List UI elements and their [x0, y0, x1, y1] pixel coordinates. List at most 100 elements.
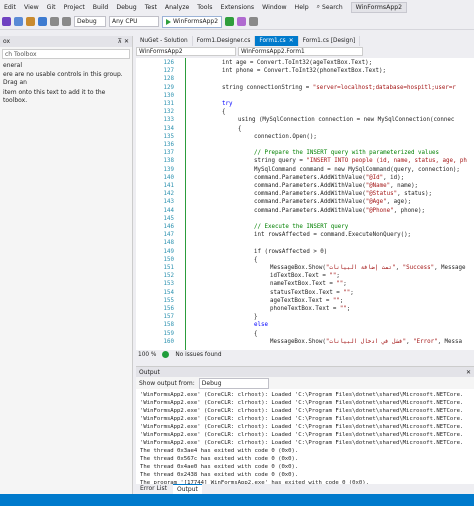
menu-item-project[interactable]: Project	[60, 4, 89, 11]
code-line[interactable]: 138 string query = "INSERT INTO people (i…	[136, 157, 474, 165]
line-number: 158	[163, 322, 174, 329]
code-text: {	[254, 330, 258, 337]
new-file-icon[interactable]	[26, 17, 35, 26]
code-line[interactable]: 133 using (MySqlConnection connection = n…	[136, 116, 474, 124]
menu-item-window[interactable]: Window	[258, 4, 290, 11]
code-line[interactable]: 155 ageTextBox.Text = "";	[136, 297, 474, 305]
tab-label: Form1.cs	[259, 38, 286, 44]
line-number: 152	[163, 273, 174, 280]
run-button[interactable]: WinFormsApp2	[162, 15, 223, 28]
code-text: connection.Open();	[254, 133, 317, 140]
hot-reload-icon[interactable]	[237, 17, 247, 26]
code-line[interactable]: 159 {	[136, 330, 474, 338]
show-output-from-label: Show output from:	[139, 379, 195, 387]
code-line[interactable]: 130	[136, 92, 474, 100]
platform-select[interactable]: Any CPU	[109, 16, 159, 27]
menu-item-view[interactable]: View	[20, 4, 43, 11]
back-icon[interactable]	[2, 17, 11, 26]
forward-icon[interactable]	[14, 17, 23, 26]
menu-item-tools[interactable]: Tools	[193, 4, 216, 11]
code-line[interactable]: 132 {	[136, 108, 474, 116]
menu-item-git[interactable]: Git	[43, 4, 60, 11]
tab-form1-design[interactable]: Form1.cs [Design]	[299, 36, 361, 46]
close-icon[interactable]: ✕	[289, 38, 294, 44]
code-line[interactable]: 139 MySqlCommand command = new MySqlComma…	[136, 166, 474, 174]
code-line[interactable]: 151 MessageBox.Show("تمت إضافة البيانات",…	[136, 264, 474, 272]
redo-icon[interactable]	[62, 17, 71, 26]
code-line[interactable]: 137 // Prepare the INSERT query with para…	[136, 149, 474, 157]
menu-item-test[interactable]: Test	[141, 4, 161, 11]
line-number: 144	[163, 207, 174, 214]
pin-icon[interactable]: ⊼ ✕	[118, 38, 129, 45]
undo-icon[interactable]	[50, 17, 59, 26]
code-line[interactable]: 146 // Execute the INSERT query	[136, 223, 474, 231]
code-line[interactable]: 127 int phone = Convert.ToInt32(phoneText…	[136, 67, 474, 75]
code-editor[interactable]: 126 int age = Convert.ToInt32(ageTextBox.…	[136, 58, 474, 350]
code-line[interactable]: 135 connection.Open();	[136, 133, 474, 141]
code-line[interactable]: 141 command.Parameters.AddWithValue("@Nam…	[136, 182, 474, 190]
window-title: WinFormsApp2	[350, 1, 408, 13]
code-line[interactable]: 134 {	[136, 125, 474, 133]
line-number: 139	[163, 166, 174, 173]
toolbar-more-icon[interactable]	[249, 17, 259, 26]
code-line[interactable]: 131 try	[136, 100, 474, 108]
toolbox-search-input[interactable]: ch Toolbox	[2, 49, 130, 59]
document-tabs: NuGet - Solution Form1.Designer.cs Form1…	[136, 36, 474, 46]
issues-status[interactable]: No issues found	[175, 352, 221, 358]
code-line[interactable]: 144 command.Parameters.AddWithValue("@Pho…	[136, 207, 474, 215]
code-line[interactable]: 142 command.Parameters.AddWithValue("@Sta…	[136, 190, 474, 198]
output-close-icon[interactable]: ✕	[466, 369, 471, 376]
code-line[interactable]: 160 MessageBox.Show("فشل في ادخال البيانا…	[136, 338, 474, 346]
class-dropdown[interactable]: WinFormsApp2.Form1	[238, 47, 363, 56]
menu-item-edit[interactable]: Edit	[0, 4, 20, 11]
code-line[interactable]: 129 string connectionString = "server=loc…	[136, 84, 474, 92]
code-line[interactable]: 149 if (rowsAffected > 0)	[136, 248, 474, 256]
code-line[interactable]: 143 command.Parameters.AddWithValue("@Age…	[136, 198, 474, 206]
code-text: string connectionString = "server=localh…	[222, 84, 456, 91]
search-box[interactable]: ⌕ Search	[313, 3, 347, 11]
code-text: MessageBox.Show("فشل في ادخال البيانات",…	[270, 338, 462, 345]
code-line[interactable]: 150 {	[136, 256, 474, 264]
project-dropdown[interactable]: WinFormsApp2	[136, 47, 236, 56]
menu-item-debug[interactable]: Debug	[112, 4, 140, 11]
line-number: 143	[163, 199, 174, 206]
code-text: idTextBox.Text = "";	[270, 273, 340, 280]
line-number: 134	[163, 125, 174, 132]
code-line[interactable]: 128	[136, 75, 474, 83]
output-log[interactable]: 'WinFormsApp2.exe' (CoreCLR: clrhost): L…	[136, 389, 474, 489]
save-icon[interactable]	[38, 17, 47, 26]
code-line[interactable]: 157}	[136, 313, 474, 321]
tab-nuget[interactable]: NuGet - Solution	[136, 36, 193, 46]
output-source-select[interactable]: Debug	[198, 377, 269, 389]
tab-label: Form1.cs [Design]	[302, 38, 356, 44]
tab-error-list[interactable]: Error List	[136, 484, 171, 494]
run-without-debug-icon[interactable]	[225, 17, 235, 26]
code-line[interactable]: 158 else	[136, 321, 474, 329]
menu-item-build[interactable]: Build	[89, 4, 113, 11]
code-line[interactable]: 153 nameTextBox.Text = "";	[136, 280, 474, 288]
line-number: 147	[163, 232, 174, 239]
code-text: statusTextBox.Text = "";	[270, 289, 354, 296]
code-line[interactable]: 156 phoneTextBox.Text = "";	[136, 305, 474, 313]
code-line[interactable]: 147 int rowsAffected = command.ExecuteNon…	[136, 231, 474, 239]
tab-form1-designer[interactable]: Form1.Designer.cs	[193, 36, 256, 46]
menu-bar: Edit View Git Project Build Debug Test A…	[0, 0, 474, 14]
menu-item-extensions[interactable]: Extensions	[217, 4, 259, 11]
menu-item-analyze[interactable]: Analyze	[161, 4, 193, 11]
zoom-level[interactable]: 100 %	[138, 352, 156, 358]
tab-form1-cs[interactable]: Form1.cs ✕	[255, 36, 299, 46]
code-line[interactable]: 126 int age = Convert.ToInt32(ageTextBox.…	[136, 59, 474, 67]
line-number: 142	[163, 191, 174, 198]
configuration-select[interactable]: Debug	[74, 16, 106, 27]
search-label: Search	[322, 3, 343, 11]
menu-item-help[interactable]: Help	[291, 4, 313, 11]
code-line[interactable]: 154 statusTextBox.Text = "";	[136, 289, 474, 297]
code-line[interactable]: 145	[136, 215, 474, 223]
code-line[interactable]: 136	[136, 141, 474, 149]
code-line[interactable]: 152 idTextBox.Text = "";	[136, 272, 474, 280]
code-line[interactable]: 148	[136, 239, 474, 247]
toolbox-group-general[interactable]: eneral	[0, 61, 132, 70]
code-text: command.Parameters.AddWithValue("@Phone"…	[254, 207, 426, 214]
code-line[interactable]: 140 command.Parameters.AddWithValue("@Id"…	[136, 174, 474, 182]
tab-output[interactable]: Output	[173, 484, 202, 494]
